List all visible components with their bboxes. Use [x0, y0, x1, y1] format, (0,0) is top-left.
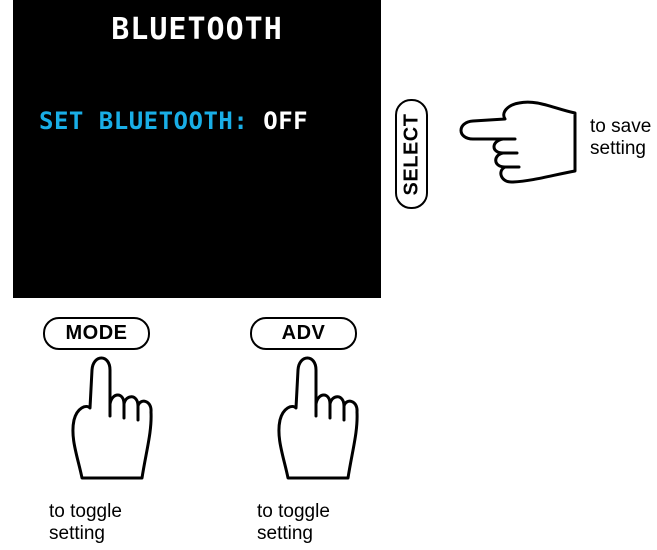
screen-title: BLUETOOTH	[111, 12, 283, 47]
select-hint-line-2: setting	[590, 138, 646, 159]
adv-hint-line-2: setting	[257, 523, 313, 544]
mode-hint-line-1: to toggle	[49, 501, 122, 522]
pointing-hand-icon	[277, 356, 359, 480]
adv-button[interactable]: ADV	[250, 317, 357, 350]
select-hint-line-1: to save	[590, 116, 652, 137]
select-button-label: SELECT	[400, 113, 422, 195]
mode-button[interactable]: MODE	[43, 317, 150, 350]
mode-hint-line-2: setting	[49, 523, 105, 544]
mode-hint: to toggle setting	[49, 501, 169, 545]
mode-button-label: MODE	[65, 322, 128, 344]
adv-button-label: ADV	[281, 322, 326, 344]
pointing-hand-icon	[459, 100, 577, 184]
setting-value: OFF	[263, 107, 309, 135]
adv-hint-line-1: to toggle	[257, 501, 330, 522]
pointing-hand-icon	[71, 356, 153, 480]
adv-hint: to toggle setting	[257, 501, 377, 545]
select-hint: to save setting	[590, 116, 656, 160]
bluetooth-setting-row: SET BLUETOOTH: OFF	[39, 107, 308, 135]
device-screen: BLUETOOTH SET BLUETOOTH: OFF	[13, 0, 381, 298]
select-button[interactable]: SELECT	[395, 99, 428, 209]
setting-label: SET BLUETOOTH:	[39, 107, 249, 135]
